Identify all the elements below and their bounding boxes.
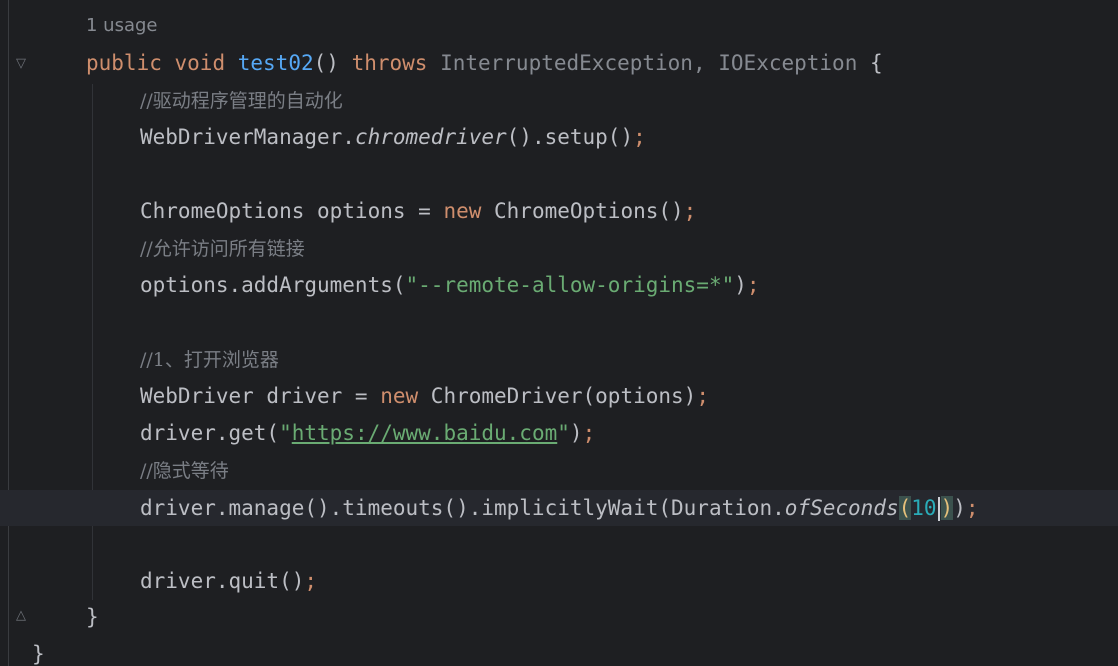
code-line-comment[interactable]: //1、打开浏览器 xyxy=(140,341,279,377)
code-line-add-arguments[interactable]: options.addArguments("--remote-allow-ori… xyxy=(140,267,760,303)
close-paren: ) xyxy=(569,421,583,445)
comment: //允许访问所有链接 xyxy=(140,238,305,260)
declaration: WebDriver driver = xyxy=(140,384,381,408)
keyword-new: new xyxy=(380,384,419,408)
exception-type[interactable]: IOException xyxy=(718,51,857,75)
keyword-new: new xyxy=(443,199,482,223)
constructor-call: ChromeDriver(options) xyxy=(418,384,697,408)
usage-hint[interactable]: 1 usage xyxy=(86,10,158,42)
semicolon: ; xyxy=(683,199,697,223)
static-method[interactable]: ofSeconds xyxy=(785,496,899,520)
code-line-method-signature[interactable]: public void test02() throws InterruptedE… xyxy=(86,45,883,81)
code-line-comment[interactable]: //驱动程序管理的自动化 xyxy=(140,82,343,118)
method-name[interactable]: test02 xyxy=(238,51,314,75)
quote: " xyxy=(279,421,292,445)
code-line-close-method[interactable]: } xyxy=(86,599,99,635)
comment: //驱动程序管理的自动化 xyxy=(140,90,343,112)
method-chain: driver.manage().timeouts().implicitlyWai… xyxy=(140,496,785,520)
class-ref: WebDriverManager. xyxy=(140,125,355,149)
code-editor[interactable]: ▽ △ 1 usage public void test02() throws … xyxy=(0,0,1118,666)
comment: //1、打开浏览器 xyxy=(140,349,279,371)
keyword-void: void xyxy=(174,51,226,75)
matched-paren: ) xyxy=(940,496,954,520)
method-call: driver.get( xyxy=(140,421,280,445)
gutter-divider xyxy=(8,0,9,666)
editor-gutter[interactable] xyxy=(0,0,44,666)
code-line-implicit-wait[interactable]: driver.manage().timeouts().implicitlyWai… xyxy=(140,490,979,526)
semicolon: ; xyxy=(696,384,709,408)
call-rest: ().setup() xyxy=(506,125,634,149)
code-line-quit[interactable]: driver.quit(); xyxy=(140,563,317,599)
comma: , xyxy=(692,51,706,75)
exception-type[interactable]: InterruptedException xyxy=(440,51,693,75)
number-literal: 10 xyxy=(911,496,937,520)
code-line-options-decl[interactable]: ChromeOptions options = new ChromeOption… xyxy=(140,193,696,229)
close-brace: } xyxy=(86,605,99,629)
close-paren: ) xyxy=(734,273,747,297)
semicolon: ; xyxy=(582,421,596,445)
method-call: options.addArguments( xyxy=(140,273,406,297)
close-brace: } xyxy=(32,642,45,666)
code-line-driver-get[interactable]: driver.get("https://www.baidu.com"); xyxy=(140,415,595,451)
string-literal: "--remote-allow-origins=*" xyxy=(405,273,735,297)
matched-paren: ( xyxy=(898,496,912,520)
semicolon: ; xyxy=(304,569,318,593)
static-method[interactable]: chromedriver xyxy=(355,125,507,149)
fold-close-icon[interactable]: △ xyxy=(14,608,28,624)
code-line-comment[interactable]: //隐式等待 xyxy=(140,452,229,488)
semicolon: ; xyxy=(746,273,760,297)
keyword-public: public xyxy=(86,51,162,75)
close-paren: ) xyxy=(953,496,966,520)
semicolon: ; xyxy=(633,125,646,149)
keyword-throws: throws xyxy=(351,51,428,75)
constructor-call: ChromeOptions() xyxy=(481,199,684,223)
parens: () xyxy=(313,51,339,75)
code-line-setup[interactable]: WebDriverManager.chromedriver().setup(); xyxy=(140,119,646,155)
open-brace: { xyxy=(870,51,883,75)
declaration: ChromeOptions options = xyxy=(140,199,444,223)
text-caret xyxy=(937,497,940,521)
comment: //隐式等待 xyxy=(140,460,229,482)
quote: " xyxy=(557,421,570,445)
code-line-driver-decl[interactable]: WebDriver driver = new ChromeDriver(opti… xyxy=(140,378,709,414)
url-link[interactable]: https://www.baidu.com xyxy=(292,421,558,445)
semicolon: ; xyxy=(965,496,979,520)
code-line-close-class[interactable]: } xyxy=(32,636,45,666)
fold-open-icon[interactable]: ▽ xyxy=(14,56,28,72)
method-call: driver.quit() xyxy=(140,569,305,593)
code-line-comment[interactable]: //允许访问所有链接 xyxy=(140,230,305,266)
